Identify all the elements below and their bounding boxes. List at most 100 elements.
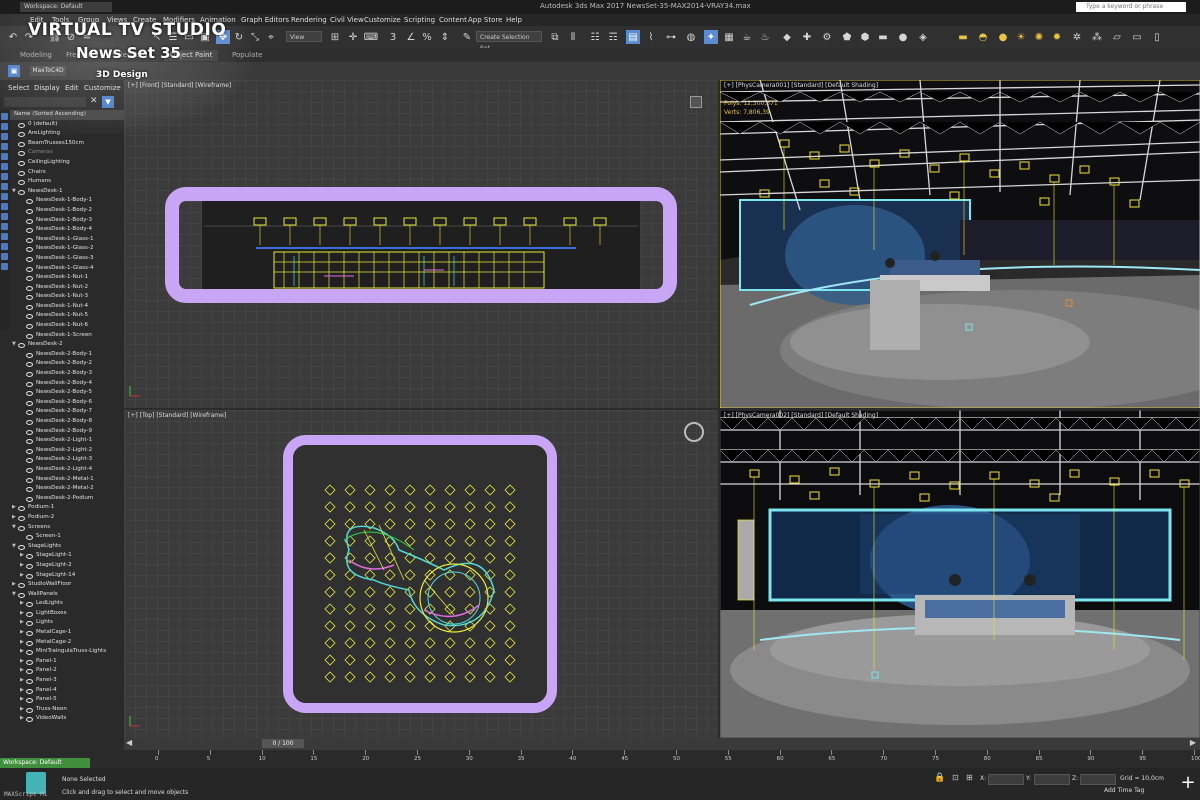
visibility-eye-icon[interactable] [26,362,33,368]
visibility-eye-icon[interactable] [26,496,33,502]
expand-toggle-icon[interactable]: ▶ [20,705,24,715]
expand-toggle-icon[interactable]: ▶ [20,695,24,705]
tree-item[interactable]: CeilingLighting [10,158,124,168]
vray-env-fog-icon[interactable]: ⁂ [1090,30,1104,44]
vray-decal-icon[interactable]: ▭ [1130,30,1144,44]
visibility-eye-icon[interactable] [26,602,33,608]
tree-item[interactable]: ▶ MetalCage-1 [10,628,124,638]
tree-item[interactable]: NewsDesk-1-Nut-3 [10,292,124,302]
rendered-frame-icon[interactable]: ▦ [722,30,736,44]
geometry-filter-icon[interactable] [1,143,8,150]
tree-item[interactable]: ▶ MetalCage-2 [10,638,124,648]
render-setup-icon[interactable]: ✦ [704,30,718,44]
display-all-icon[interactable] [1,123,8,130]
visibility-eye-icon[interactable] [18,141,25,147]
schematic-view-icon[interactable]: ⊶ [664,30,678,44]
visibility-eye-icon[interactable] [26,611,33,617]
xrefs-filter-icon[interactable] [1,213,8,220]
cube-icon[interactable]: ▣ [8,65,20,77]
visibility-eye-icon[interactable] [18,132,25,138]
tree-item[interactable]: ▶ LightBoxes [10,609,124,619]
shapes-filter-icon[interactable] [1,153,8,160]
tree-item[interactable]: NewsDesk-2-Body-8 [10,417,124,427]
vray-sun-icon[interactable]: ✹ [1050,30,1064,44]
tree-item[interactable]: ▶ Panel-5 [10,695,124,705]
tree-item[interactable]: NewsDesk-2-Body-5 [10,388,124,398]
visibility-eye-icon[interactable] [26,554,33,560]
tree-item[interactable]: ▼ StageLights [10,542,124,552]
filter-icon[interactable]: ▼ [102,96,114,108]
visibility-eye-icon[interactable] [26,410,33,416]
visibility-eye-icon[interactable] [26,659,33,665]
tree-item[interactable]: Cameras [10,148,124,158]
tree-item[interactable]: Chairs [10,168,124,178]
visibility-eye-icon[interactable] [26,256,33,262]
tree-item[interactable]: ▶ Panel-1 [10,657,124,667]
visibility-eye-icon[interactable] [26,448,33,454]
visibility-eye-icon[interactable] [26,218,33,224]
expand-toggle-icon[interactable]: ▼ [12,187,16,197]
tree-item[interactable]: NewsDesk-1-Nut-2 [10,283,124,293]
tree-item[interactable]: ▶ MiniTraingulaTruss-Lights [10,647,124,657]
tree-item[interactable]: ▼ NewsDesk-1 [10,187,124,197]
tree-item[interactable]: NewsDesk-1-Glass-3 [10,254,124,264]
explorer-menu-select[interactable]: Select [8,84,30,92]
expand-toggle-icon[interactable]: ▶ [20,647,24,657]
vray-sphere-icon[interactable]: ● [896,30,910,44]
visibility-eye-icon[interactable] [26,640,33,646]
tree-item[interactable]: ▼ Screens [10,523,124,533]
visibility-eye-icon[interactable] [18,189,25,195]
render-iterative-icon[interactable]: ♨ [758,30,772,44]
menu-help[interactable]: Help [506,16,522,24]
find-input[interactable] [4,97,86,107]
layer-explorer-icon[interactable]: ☷ [588,30,602,44]
visibility-eye-icon[interactable] [26,563,33,569]
isolate-icon[interactable]: ⊡ [952,773,959,782]
visibility-eye-icon[interactable] [26,228,33,234]
viewport-top[interactable]: [+] [Top] [Standard] [Wireframe] [124,410,718,738]
tree-item[interactable]: NewsDesk-2-Metal-1 [10,475,124,485]
visibility-eye-icon[interactable] [26,400,33,406]
expand-toggle-icon[interactable]: ▶ [12,503,16,513]
vray-plane-icon[interactable]: ▬ [876,30,890,44]
tree-item[interactable]: NewsDesk-2-Metal-2 [10,484,124,494]
add-time-tag[interactable]: Add Time Tag [1104,787,1144,794]
menu-civil-view[interactable]: Civil View [330,16,364,24]
vray-fur-icon[interactable]: ⬢ [858,30,872,44]
viewport-camera-1[interactable]: [+] [PhysCamera001] [Standard] [Default … [720,80,1200,408]
tree-item[interactable]: ▶ Podium-1 [10,503,124,513]
visibility-eye-icon[interactable] [26,669,33,675]
visibility-eye-icon[interactable] [26,707,33,713]
frozen-filter-icon[interactable] [1,243,8,250]
expand-toggle-icon[interactable]: ▼ [12,523,16,533]
visibility-eye-icon[interactable] [18,515,25,521]
visibility-eye-icon[interactable] [18,170,25,176]
visibility-eye-icon[interactable] [26,199,33,205]
absolute-mode-icon[interactable]: ⊞ [966,773,973,782]
groups-filter-icon[interactable] [1,203,8,210]
time-slider[interactable]: 0 / 100 ◀ ▶ [124,738,1200,750]
spacewarps-filter-icon[interactable] [1,193,8,200]
time-slider-thumb[interactable]: 0 / 100 [262,739,304,748]
visibility-eye-icon[interactable] [26,487,33,493]
visibility-eye-icon[interactable] [26,535,33,541]
tree-item[interactable]: NewsDesk-2-Light-2 [10,446,124,456]
maxscript-mini-listener[interactable]: MAXScript Mi [4,791,47,798]
visibility-eye-icon[interactable] [26,477,33,483]
tree-item[interactable]: NewsDesk-1-Nut-1 [10,273,124,283]
tree-header[interactable]: Name (Sorted Ascending) [10,110,124,120]
visibility-eye-icon[interactable] [26,717,33,723]
tree-item[interactable]: ▶ Truss-Neon [10,705,124,715]
bones-filter-icon[interactable] [1,223,8,230]
expand-toggle-icon[interactable]: ▶ [20,609,24,619]
expand-toggle-icon[interactable]: ▶ [12,580,16,590]
tree-item[interactable]: ▶ Panel-3 [10,676,124,686]
expand-toggle-icon[interactable]: ▶ [20,551,24,561]
vray-mesh-icon[interactable]: ⬟ [840,30,854,44]
tree-item[interactable]: NewsDesk-1-Glass-1 [10,235,124,245]
tree-item[interactable]: NewsDesk-2-Body-2 [10,359,124,369]
viewport-label[interactable]: [+] [PhysCamera001] [Standard] [Default … [724,82,878,89]
tree-item[interactable]: NewsDesk-1-Body-3 [10,216,124,226]
expand-toggle-icon[interactable]: ▼ [12,340,16,350]
tree-item[interactable]: ▶ StudioWallFloor [10,580,124,590]
